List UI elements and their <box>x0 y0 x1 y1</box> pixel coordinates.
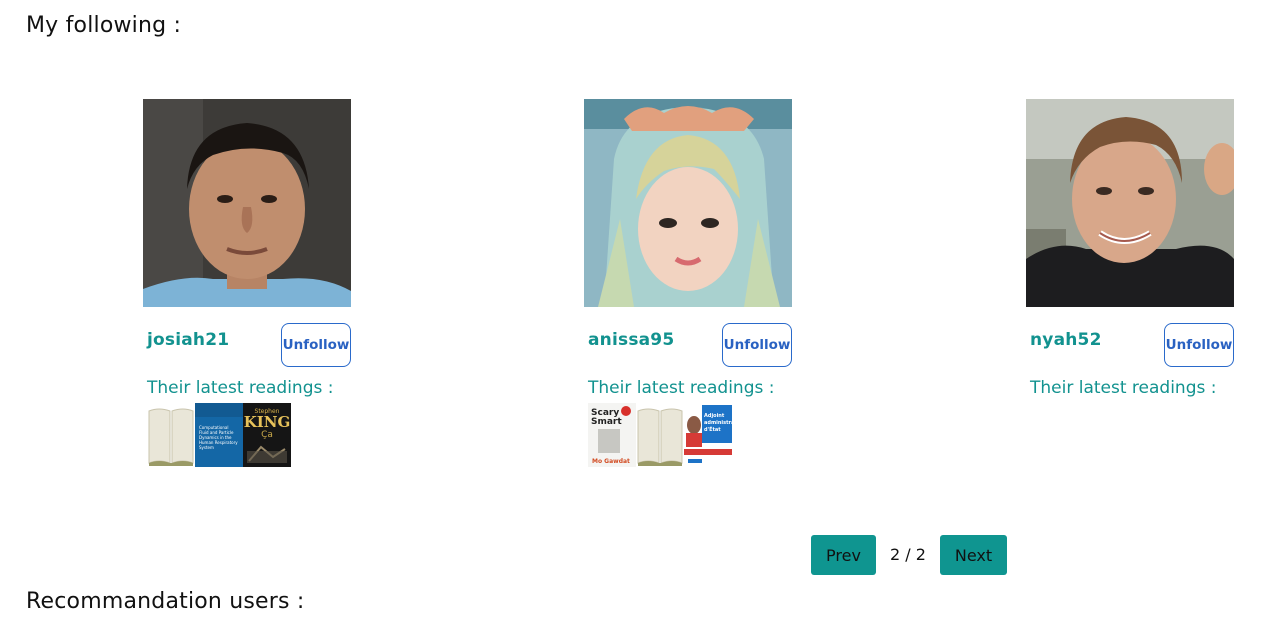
unfollow-button[interactable]: Unfollow <box>1164 323 1234 367</box>
following-user-card: josiah21 Unfollow Their latest readings … <box>143 99 353 479</box>
book-cover[interactable]: Stephen KING Ça <box>243 403 291 467</box>
recommendation-section-title: Recommandation users : <box>26 589 305 614</box>
following-user-card: anissa95 Unfollow Their latest readings … <box>584 99 794 479</box>
svg-text:administratif: administratif <box>704 420 732 426</box>
prev-page-button[interactable]: Prev <box>811 535 876 575</box>
book-cover[interactable]: Computational Fluid and Particle Dynamic… <box>195 403 243 467</box>
book-cover[interactable]: Adjoint administratif d'État <box>684 403 732 467</box>
book-placeholder-icon[interactable] <box>636 403 684 467</box>
svg-text:Ça: Ça <box>261 430 273 440</box>
latest-readings-label: Their latest readings : <box>147 378 334 398</box>
latest-readings-label: Their latest readings : <box>1030 378 1217 398</box>
username[interactable]: nyah52 <box>1030 330 1102 350</box>
latest-readings-label: Their latest readings : <box>588 378 775 398</box>
user-avatar[interactable] <box>1026 99 1234 307</box>
svg-text:Adjoint: Adjoint <box>704 413 725 419</box>
svg-text:Smart: Smart <box>591 417 622 427</box>
user-avatar[interactable] <box>584 99 792 307</box>
unfollow-button[interactable]: Unfollow <box>281 323 351 367</box>
latest-readings-list: Computational Fluid and Particle Dynamic… <box>147 403 291 467</box>
book-placeholder-icon[interactable] <box>147 403 195 467</box>
svg-text:d'État: d'État <box>704 425 721 433</box>
svg-text:KING: KING <box>244 413 291 431</box>
svg-text:System: System <box>199 445 214 450</box>
following-user-card: nyah52 Unfollow Their latest readings : <box>1026 99 1236 479</box>
latest-readings-list: Scary Smart Mo Gawdat Adjoint administr … <box>588 403 732 467</box>
username[interactable]: josiah21 <box>147 330 229 350</box>
following-page: My following : josiah21 Unfollow Their l… <box>0 0 1282 641</box>
user-avatar[interactable] <box>143 99 351 307</box>
username[interactable]: anissa95 <box>588 330 674 350</box>
unfollow-button[interactable]: Unfollow <box>722 323 792 367</box>
svg-text:Mo Gawdat: Mo Gawdat <box>592 458 630 465</box>
book-cover[interactable]: Scary Smart Mo Gawdat <box>588 403 636 467</box>
next-page-button[interactable]: Next <box>940 535 1007 575</box>
following-section-title: My following : <box>26 13 182 38</box>
page-indicator: 2 / 2 <box>890 545 926 564</box>
